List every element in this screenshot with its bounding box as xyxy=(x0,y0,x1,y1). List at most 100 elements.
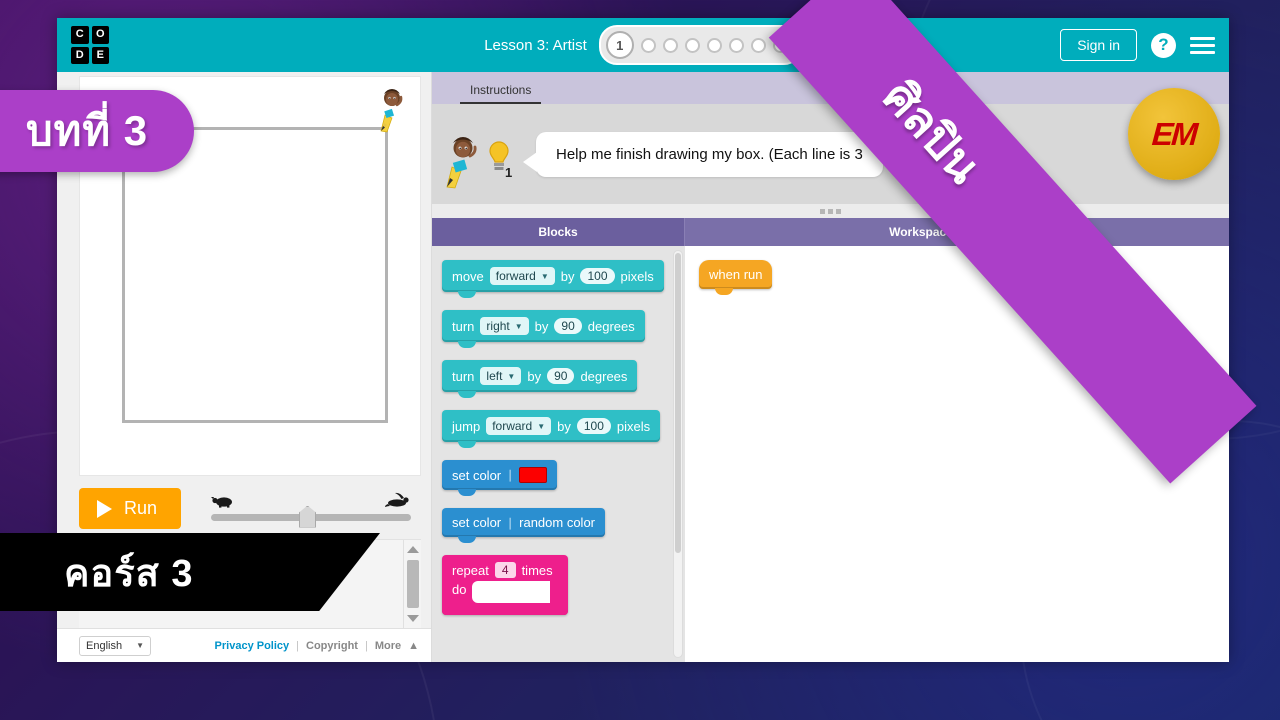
dropdown-move-direction[interactable]: forward ▼ xyxy=(489,267,555,285)
em-badge-text: EM xyxy=(1150,115,1198,152)
hamburger-menu-icon[interactable] xyxy=(1190,36,1215,54)
instructions-text: Help me finish drawing my box. (Each lin… xyxy=(556,145,863,163)
field-repeat-count[interactable]: 4 xyxy=(494,562,516,578)
tab-instructions[interactable]: Instructions xyxy=(460,79,542,104)
lesson-banner-overlay: บทที่ 3 xyxy=(0,90,195,172)
scrollbar-thumb[interactable] xyxy=(407,560,419,608)
block-text-times: times xyxy=(521,562,553,578)
block-text-turn: turn xyxy=(452,368,475,384)
repeat-do-row: do xyxy=(452,581,558,603)
handle-dot-1 xyxy=(820,208,825,214)
block-text-pixels: pixels xyxy=(620,268,654,284)
dropdown-turn-direction[interactable]: left ▼ xyxy=(480,367,522,385)
block-input-notch: ∣ xyxy=(507,468,514,482)
menu-bar-3 xyxy=(1190,50,1215,54)
block-when-run[interactable]: when run xyxy=(699,260,773,295)
block-turn-left[interactable]: turn left ▼ by 90 degrees xyxy=(442,360,638,398)
chevron-down-icon: ▼ xyxy=(514,321,523,331)
scroll-down-arrow-icon[interactable] xyxy=(407,615,419,622)
play-triangle-icon xyxy=(97,499,112,518)
block-set-random-color[interactable]: set color ∣ random color xyxy=(442,508,606,543)
repeat-block-foot xyxy=(442,603,568,615)
block-text-set-color: set color xyxy=(452,515,502,530)
block-text-by: by xyxy=(560,268,575,284)
chevron-down-icon: ▼ xyxy=(537,421,546,431)
panel-resize-handle[interactable] xyxy=(432,204,1229,218)
block-text-do: do xyxy=(452,582,467,597)
run-button[interactable]: Run xyxy=(79,488,182,529)
menu-bar-1 xyxy=(1190,36,1215,40)
color-swatch-red[interactable] xyxy=(519,467,548,483)
handle-dot-3 xyxy=(836,208,841,214)
block-text-by: by xyxy=(534,318,549,334)
level-bubble-4[interactable] xyxy=(684,37,700,53)
course-banner-overlay: คอร์ส 3 xyxy=(0,533,380,611)
app-header: C O D E Lesson 3: Artist 1 Sign in ? xyxy=(57,18,1229,72)
block-set-color[interactable]: set color ∣ xyxy=(442,460,558,496)
svg-text:1: 1 xyxy=(505,165,512,179)
field-jump-pixels[interactable]: 100 xyxy=(576,418,611,434)
more-link[interactable]: More xyxy=(375,640,401,652)
block-text-set-color: set color xyxy=(452,467,502,483)
copyright-link[interactable]: Copyright xyxy=(306,640,358,652)
level-bubble-5[interactable] xyxy=(706,37,722,53)
block-turn-right[interactable]: turn right ▼ by 90 degrees xyxy=(442,310,645,348)
help-icon[interactable]: ? xyxy=(1151,32,1176,58)
sign-in-button[interactable]: Sign in xyxy=(1060,29,1137,61)
footer-separator-2: | xyxy=(364,639,368,652)
level-bubble-current[interactable]: 1 xyxy=(605,31,634,59)
logo-letter-o: O xyxy=(91,26,109,44)
dropdown-value: forward xyxy=(495,269,536,283)
field-move-pixels[interactable]: 100 xyxy=(580,268,615,284)
block-text-by: by xyxy=(527,368,542,384)
language-select[interactable]: English ▼ xyxy=(79,635,151,656)
block-input-notch: ∣ xyxy=(507,515,514,530)
speed-slider[interactable] xyxy=(211,492,411,528)
header-center-group: Lesson 3: Artist 1 xyxy=(57,25,1229,65)
turtle-icon xyxy=(211,496,233,508)
dropdown-turn-direction[interactable]: right ▼ xyxy=(480,317,529,335)
field-turn-degrees[interactable]: 90 xyxy=(547,368,575,384)
artist-pencil-sprite-icon xyxy=(380,89,403,133)
block-text-by: by xyxy=(557,418,571,434)
toolbox-scrollbar-thumb[interactable] xyxy=(675,253,681,553)
footer-separator-1: | xyxy=(296,639,300,652)
artist-character-icon xyxy=(446,137,477,189)
toolbox-scrollbar[interactable] xyxy=(673,250,683,658)
block-text-pixels: pixels xyxy=(616,418,651,434)
menu-bar-2 xyxy=(1190,43,1215,47)
dropdown-jump-direction[interactable]: forward ▼ xyxy=(486,417,552,435)
level-bubble-3[interactable] xyxy=(662,37,678,53)
logo-letter-e: E xyxy=(91,46,109,64)
code-org-logo[interactable]: C O D E xyxy=(71,26,109,64)
run-button-label: Run xyxy=(124,498,158,518)
instructions-panel: 1 Help me finish drawing my box. (Each l… xyxy=(432,104,1229,204)
level-progress-bubbles[interactable]: 1 xyxy=(598,25,802,65)
header-right-group: Sign in ? xyxy=(1060,29,1215,61)
em-badge-overlay: EM xyxy=(1128,88,1220,180)
repeat-inner-slot[interactable] xyxy=(472,581,551,603)
block-text-when-run: when run xyxy=(709,267,763,282)
block-text-repeat: repeat xyxy=(452,562,489,578)
block-text-move: move xyxy=(452,268,484,284)
level-bubble-6[interactable] xyxy=(728,37,744,53)
speed-slider-thumb[interactable] xyxy=(299,505,317,528)
level-bubble-2[interactable] xyxy=(640,37,656,53)
level-bubble-7[interactable] xyxy=(750,37,766,53)
chevron-down-icon: ▼ xyxy=(136,641,144,650)
left-panel-scrollbar[interactable] xyxy=(403,540,421,628)
block-jump-forward[interactable]: jump forward ▼ by 100 pixels xyxy=(442,410,661,448)
block-text-degrees: degrees xyxy=(587,318,635,334)
block-text-jump: jump xyxy=(452,418,481,434)
chevron-down-icon: ▼ xyxy=(540,271,549,281)
privacy-policy-link[interactable]: Privacy Policy xyxy=(215,640,290,652)
block-text-turn: turn xyxy=(452,318,475,334)
dropdown-value: forward xyxy=(492,419,533,433)
blocks-toolbox[interactable]: move forward ▼ by 100 pixels turn right … xyxy=(432,246,685,662)
dropdown-value: right xyxy=(486,319,510,333)
block-move-forward[interactable]: move forward ▼ by 100 pixels xyxy=(442,260,664,298)
field-turn-degrees[interactable]: 90 xyxy=(554,318,582,334)
lightbulb-hint-icon[interactable]: 1 xyxy=(482,139,516,180)
block-repeat-times[interactable]: repeat 4 times do xyxy=(442,555,568,615)
scroll-up-arrow-icon[interactable] xyxy=(407,546,419,553)
